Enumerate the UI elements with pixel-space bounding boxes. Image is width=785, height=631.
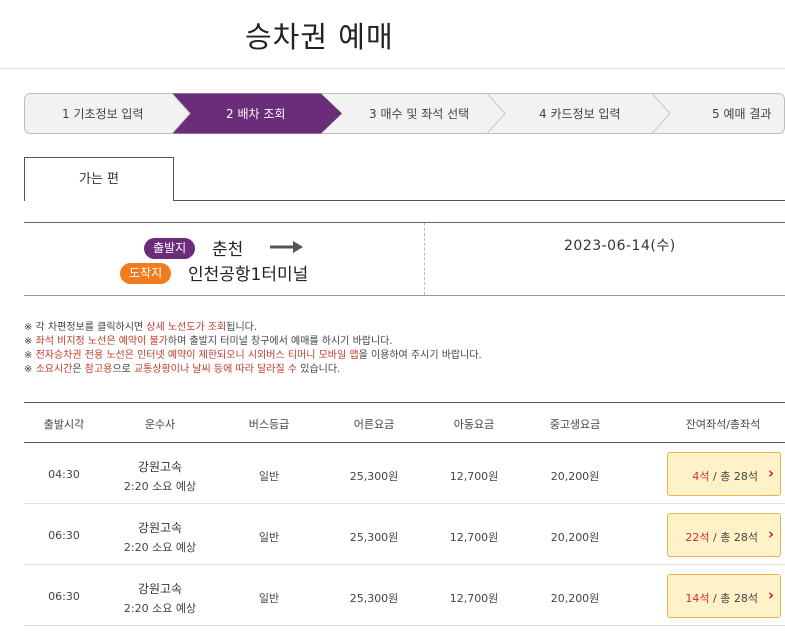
- table-header: 출발시각 운수사 버스등급 어른요금 아동요금 중고생요금 잔여좌석/총좌석: [24, 402, 785, 443]
- remaining-seats: 22석: [685, 531, 710, 544]
- schedule-table: 출발시각 운수사 버스등급 어른요금 아동요금 중고생요금 잔여좌석/총좌석 0…: [24, 402, 785, 626]
- bus-grade: 일반: [258, 592, 280, 605]
- duration: 2:20 소요 예상: [123, 541, 197, 554]
- col-bus-grade: 버스등급: [248, 418, 290, 431]
- company-name: 강원고속: [137, 521, 183, 535]
- tab-outbound[interactable]: 가는 편: [24, 157, 174, 201]
- table-row[interactable]: 06:30 강원고속 2:20 소요 예상 일반 25,300원 12,700원…: [24, 565, 785, 626]
- step-3: 3 매수 및 좌석 선택: [369, 107, 470, 121]
- bus-grade: 일반: [258, 531, 280, 544]
- notice-item: ※ 좌석 비지정 노선은 예약이 불가하며 출발지 터미널 창구에서 예매를 하…: [24, 336, 393, 347]
- child-fare: 12,700원: [449, 470, 499, 483]
- student-fare: 20,200원: [550, 592, 600, 605]
- bus-grade: 일반: [258, 470, 280, 483]
- departure-badge: 출발지: [144, 238, 196, 259]
- seat-select-button[interactable]: 4석 / 총 28석 ›: [667, 452, 781, 496]
- table-row[interactable]: 04:30 강원고속 2:20 소요 예상 일반 25,300원 12,700원…: [24, 443, 785, 504]
- chevron-right-icon: ›: [767, 586, 774, 604]
- col-adult-fare: 어른요금: [353, 418, 395, 431]
- col-departure-time: 출발시각: [43, 418, 85, 431]
- notice-item: ※ 전자승차권 전용 노선은 인터넷 예약이 제한되오니 시외버스 티머니 모바…: [24, 350, 482, 361]
- remaining-seats: 14석: [685, 592, 710, 605]
- step-2: 2 배차 조회: [226, 107, 286, 121]
- tab-divider: [174, 200, 785, 201]
- arrival-terminal: 인천공항1터미널: [188, 265, 309, 285]
- route-summary: 출발지 춘천 도착지 인천공항1터미널 2023-06-14(수): [24, 222, 785, 296]
- col-child-fare: 아동요금: [453, 418, 495, 431]
- adult-fare: 25,300원: [349, 592, 399, 605]
- arrival-badge: 도착지: [120, 263, 172, 284]
- company-name: 강원고속: [137, 582, 183, 596]
- notice-item: ※ 소요시간은 참고용으로 교통상황이나 날씨 등에 따라 달라질 수 있습니다…: [24, 364, 341, 375]
- step-4: 4 카드정보 입력: [539, 107, 621, 121]
- total-seats: 28석: [733, 531, 758, 544]
- departure-time: 06:30: [48, 590, 80, 603]
- notice-item: ※ 각 차편정보를 클릭하시면 상세 노선도가 조회됩니다.: [24, 322, 258, 333]
- adult-fare: 25,300원: [349, 470, 399, 483]
- company-name: 강원고속: [137, 460, 183, 474]
- notice-list: ※ 각 차편정보를 클릭하시면 상세 노선도가 조회됩니다. ※ 좌석 비지정 …: [24, 321, 482, 377]
- adult-fare: 25,300원: [349, 531, 399, 544]
- departure-date: 2023-06-14(수): [564, 238, 676, 254]
- chevron-right-icon: ›: [767, 464, 774, 482]
- duration: 2:20 소요 예상: [123, 480, 197, 493]
- remaining-seats: 4석: [692, 470, 710, 483]
- chevron-right-icon: ›: [767, 525, 774, 543]
- title-divider: [0, 68, 785, 69]
- student-fare: 20,200원: [550, 470, 600, 483]
- col-company: 운수사: [144, 418, 176, 431]
- student-fare: 20,200원: [550, 531, 600, 544]
- total-seats: 28석: [733, 470, 758, 483]
- departure-time: 06:30: [48, 529, 80, 542]
- child-fare: 12,700원: [449, 531, 499, 544]
- route-divider: [424, 223, 425, 295]
- seat-select-button[interactable]: 14석 / 총 28석 ›: [667, 574, 781, 618]
- total-seats: 28석: [733, 592, 758, 605]
- step-1: 1 기초정보 입력: [62, 107, 144, 121]
- table-row[interactable]: 06:30 강원고속 2:20 소요 예상 일반 25,300원 12,700원…: [24, 504, 785, 565]
- duration: 2:20 소요 예상: [123, 602, 197, 615]
- departure-terminal: 춘천: [212, 240, 244, 260]
- departure-time: 04:30: [48, 468, 80, 481]
- seat-select-button[interactable]: 22석 / 총 28석 ›: [667, 513, 781, 557]
- col-student-fare: 중고생요금: [549, 418, 601, 431]
- arrow-right-icon: [270, 241, 303, 253]
- col-seats: 잔여좌석/총좌석: [685, 418, 761, 431]
- step-5: 5 예매 결과: [712, 107, 772, 121]
- step-progress: 1 기초정보 입력 2 배차 조회 3 매수 및 좌석 선택 4 카드정보 입력…: [24, 93, 785, 134]
- child-fare: 12,700원: [449, 592, 499, 605]
- page-title: 승차권 예매: [245, 20, 394, 54]
